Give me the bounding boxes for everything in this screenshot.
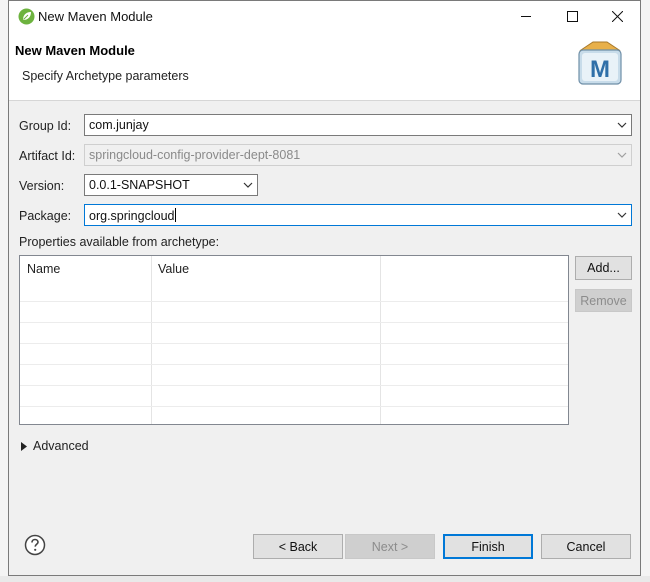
svg-text:M: M	[590, 56, 610, 83]
column-divider	[380, 256, 381, 424]
row-divider	[20, 301, 568, 302]
advanced-label: Advanced	[33, 439, 89, 453]
close-button[interactable]	[594, 1, 640, 32]
version-label: Version:	[19, 179, 65, 193]
cancel-button[interactable]: Cancel	[541, 534, 631, 559]
version-combo[interactable]: 0.0.1-SNAPSHOT	[84, 174, 258, 196]
minimize-button[interactable]	[503, 1, 549, 32]
background-ide-left	[0, 0, 8, 582]
spring-leaf-icon	[18, 8, 35, 25]
package-label: Package:	[19, 209, 72, 223]
row-divider	[20, 322, 568, 323]
title-bar: New Maven Module	[9, 1, 640, 32]
row-divider	[20, 406, 568, 407]
close-icon	[611, 11, 623, 22]
package-value: org.springcloud	[89, 209, 175, 223]
finish-button[interactable]: Finish	[443, 534, 533, 559]
group-id-label: Group Id:	[19, 119, 72, 133]
banner-title: New Maven Module	[15, 43, 135, 58]
background-ide-right	[641, 0, 650, 582]
chevron-down-icon[interactable]	[613, 205, 631, 225]
remove-property-button: Remove	[575, 289, 632, 312]
back-button[interactable]: < Back	[253, 534, 343, 559]
version-value: 0.0.1-SNAPSHOT	[89, 178, 190, 192]
row-divider	[20, 343, 568, 344]
artifact-id-label: Artifact Id:	[19, 149, 76, 163]
expand-triangle-icon	[21, 441, 27, 451]
maximize-icon	[566, 11, 578, 22]
row-divider	[20, 385, 568, 386]
chevron-down-icon	[613, 145, 631, 165]
group-id-combo[interactable]: com.junjay	[84, 114, 632, 136]
row-divider	[20, 364, 568, 365]
add-property-button[interactable]: Add...	[575, 256, 632, 280]
banner-subtitle: Specify Archetype parameters	[22, 69, 189, 83]
help-icon[interactable]	[24, 534, 46, 556]
maximize-button[interactable]	[549, 1, 595, 32]
background-ide-bottom	[0, 576, 650, 582]
window-title: New Maven Module	[38, 9, 153, 24]
properties-table[interactable]: Name Value	[19, 255, 569, 425]
wizard-banner: New Maven Module Specify Archetype param…	[9, 32, 640, 101]
new-maven-module-dialog: New Maven Module New Maven Module Specif…	[8, 0, 641, 576]
artifact-id-combo: springcloud-config-provider-dept-8081	[84, 144, 632, 166]
artifact-id-value: springcloud-config-provider-dept-8081	[89, 148, 301, 162]
column-divider	[151, 256, 152, 424]
text-cursor	[175, 208, 177, 222]
group-id-value: com.junjay	[89, 118, 149, 132]
minimize-icon	[520, 16, 531, 17]
properties-label: Properties available from archetype:	[19, 235, 220, 249]
chevron-down-icon[interactable]	[613, 115, 631, 135]
advanced-toggle[interactable]: Advanced	[21, 439, 89, 453]
next-button: Next >	[345, 534, 435, 559]
chevron-down-icon[interactable]	[239, 175, 257, 195]
column-header-name[interactable]: Name	[20, 256, 151, 286]
package-combo[interactable]: org.springcloud	[84, 204, 632, 226]
column-header-value[interactable]: Value	[151, 256, 380, 286]
maven-icon: M	[578, 41, 622, 85]
